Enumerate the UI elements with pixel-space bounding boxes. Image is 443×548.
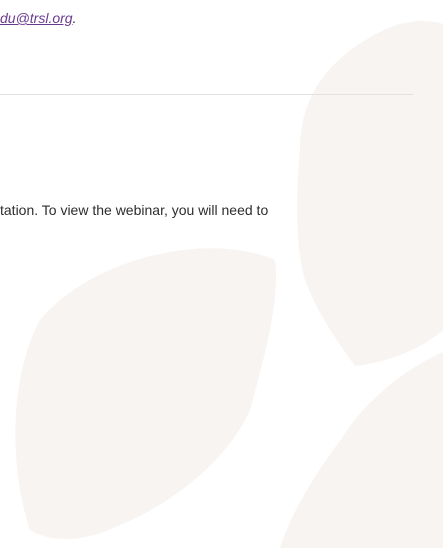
webinar-instructions-text: tation. To view the webinar, you will ne…	[0, 202, 269, 218]
email-trailing-punctuation: .	[72, 10, 77, 26]
contact-email-link[interactable]: du@trsl.org	[0, 10, 73, 26]
contact-email-line: du@trsl.org.	[0, 8, 76, 28]
section-divider	[0, 94, 413, 95]
page-content: du@trsl.org. tation. To view the webinar…	[0, 0, 443, 548]
